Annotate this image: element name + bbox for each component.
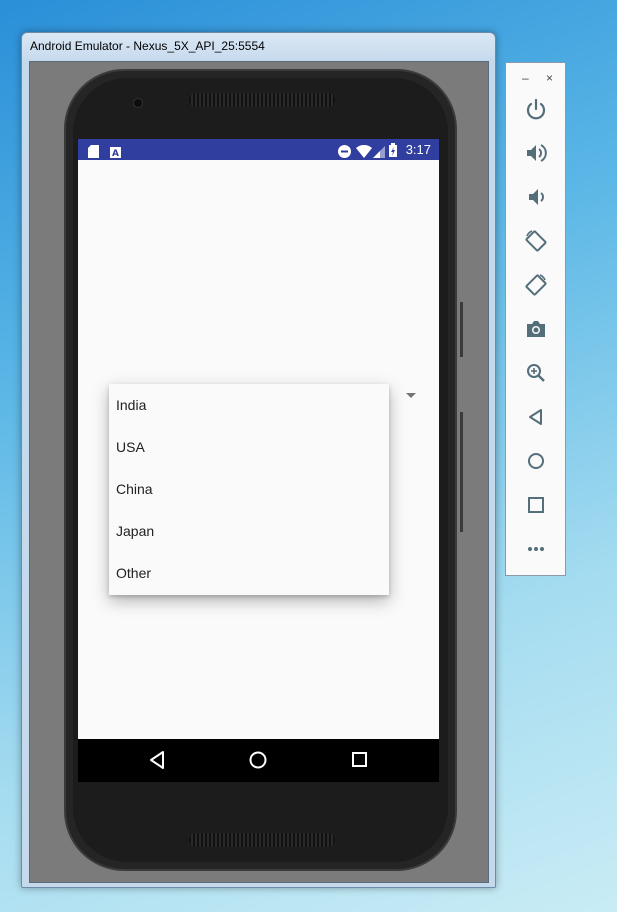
toolbar-minimize-button[interactable]: –	[522, 71, 529, 85]
camera-icon[interactable]	[523, 316, 549, 342]
emulator-toolbar: – ×	[505, 62, 566, 576]
keyboard-a-icon: A	[110, 143, 121, 162]
power-icon[interactable]	[523, 96, 549, 122]
dropdown-option-usa[interactable]: USA	[109, 426, 389, 468]
wifi-icon	[356, 143, 372, 162]
spinner-dropdown-menu: India USA China Japan Other	[109, 384, 389, 595]
toolbar-close-button[interactable]: ×	[546, 71, 553, 85]
navigation-bar	[78, 739, 439, 782]
toolbar-window-controls: – ×	[522, 71, 553, 85]
nav-back-icon[interactable]	[149, 751, 165, 773]
svg-text:A: A	[112, 149, 119, 158]
status-bar: A 3:17	[78, 139, 439, 160]
window-title: Android Emulator - Nexus_5X_API_25:5554	[30, 39, 265, 53]
zoom-icon[interactable]	[523, 360, 549, 386]
spinner-dropdown-arrow-icon[interactable]	[406, 393, 416, 398]
top-speaker	[189, 93, 335, 107]
nav-home-icon[interactable]	[249, 751, 267, 773]
back-icon[interactable]	[523, 404, 549, 430]
cell-signal-icon	[373, 143, 385, 162]
rotate-left-icon[interactable]	[523, 228, 549, 254]
side-button-power	[460, 302, 463, 357]
status-clock: 3:17	[405, 142, 431, 157]
dropdown-option-india[interactable]: India	[109, 384, 389, 426]
front-camera	[133, 98, 143, 108]
volume-up-icon[interactable]	[523, 140, 549, 166]
rotate-right-icon[interactable]	[523, 272, 549, 298]
device-screen[interactable]: A 3:17 India USA China Japan Other	[78, 139, 439, 782]
side-button-volume	[460, 412, 463, 532]
dropdown-option-other[interactable]: Other	[109, 552, 389, 594]
dropdown-option-japan[interactable]: Japan	[109, 510, 389, 552]
battery-charging-icon	[389, 142, 397, 161]
more-icon[interactable]	[523, 536, 549, 562]
do-not-disturb-icon	[338, 143, 351, 162]
sd-card-icon	[88, 143, 99, 162]
home-icon[interactable]	[523, 448, 549, 474]
overview-icon[interactable]	[523, 492, 549, 518]
dropdown-option-china[interactable]: China	[109, 468, 389, 510]
bottom-speaker	[189, 833, 335, 847]
nav-overview-icon[interactable]	[352, 752, 367, 771]
window-titlebar[interactable]: Android Emulator - Nexus_5X_API_25:5554	[22, 33, 495, 59]
volume-down-icon[interactable]	[523, 184, 549, 210]
